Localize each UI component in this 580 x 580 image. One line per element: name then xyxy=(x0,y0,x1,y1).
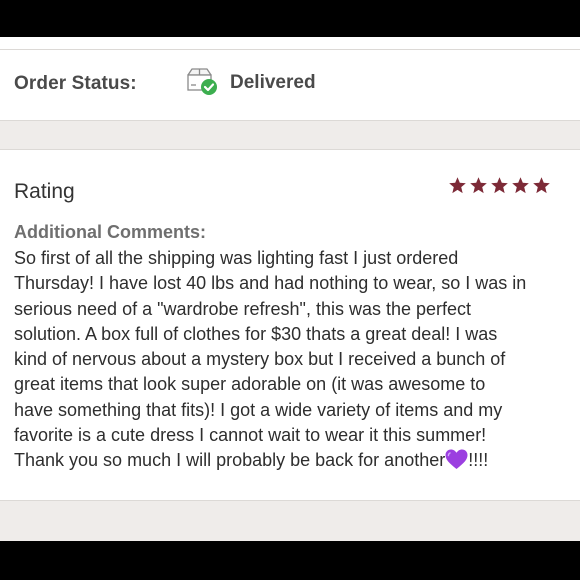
comment-line: have something that fits)! I got a wide … xyxy=(14,399,503,420)
screenshot-frame: Order Status: Delivered Rating Additiona… xyxy=(0,0,580,580)
comment-line: Thank you so much I will probably be bac… xyxy=(14,450,446,471)
comment-line: solution. A box full of clothes for $30 … xyxy=(14,323,498,344)
order-status-card: Order Status: Delivered xyxy=(0,37,580,121)
comment-tail: !!!! xyxy=(468,450,489,471)
order-status-value: Delivered xyxy=(230,72,316,93)
delivered-box-icon xyxy=(185,66,219,96)
additional-comments-label: Additional Comments: xyxy=(14,222,206,242)
comment-line: Thursday! I have lost 40 lbs and had not… xyxy=(14,273,527,294)
order-review-screen: Order Status: Delivered Rating Additiona… xyxy=(0,37,580,541)
comment-line: great items that look super adorable on … xyxy=(14,374,486,395)
review-comment-text: So first of all the shipping was lightin… xyxy=(14,246,574,474)
star-icon xyxy=(512,177,529,194)
order-status-label: Order Status: xyxy=(14,73,137,94)
star-icon xyxy=(491,177,508,194)
rating-stars xyxy=(448,176,551,195)
star-icon xyxy=(533,177,550,194)
comment-line: favorite is a cute dress I cannot wait t… xyxy=(14,425,487,446)
star-icon xyxy=(449,177,466,194)
star-icon xyxy=(470,177,487,194)
comment-line: kind of nervous about a mystery box but … xyxy=(14,349,506,370)
review-card: Rating Additional Comments: So first of … xyxy=(0,149,580,501)
rating-label: Rating xyxy=(14,180,75,203)
comment-line: serious need of a "wardrobe refresh", th… xyxy=(14,298,472,319)
purple-heart-icon xyxy=(445,449,468,470)
comment-line: So first of all the shipping was lightin… xyxy=(14,248,459,268)
